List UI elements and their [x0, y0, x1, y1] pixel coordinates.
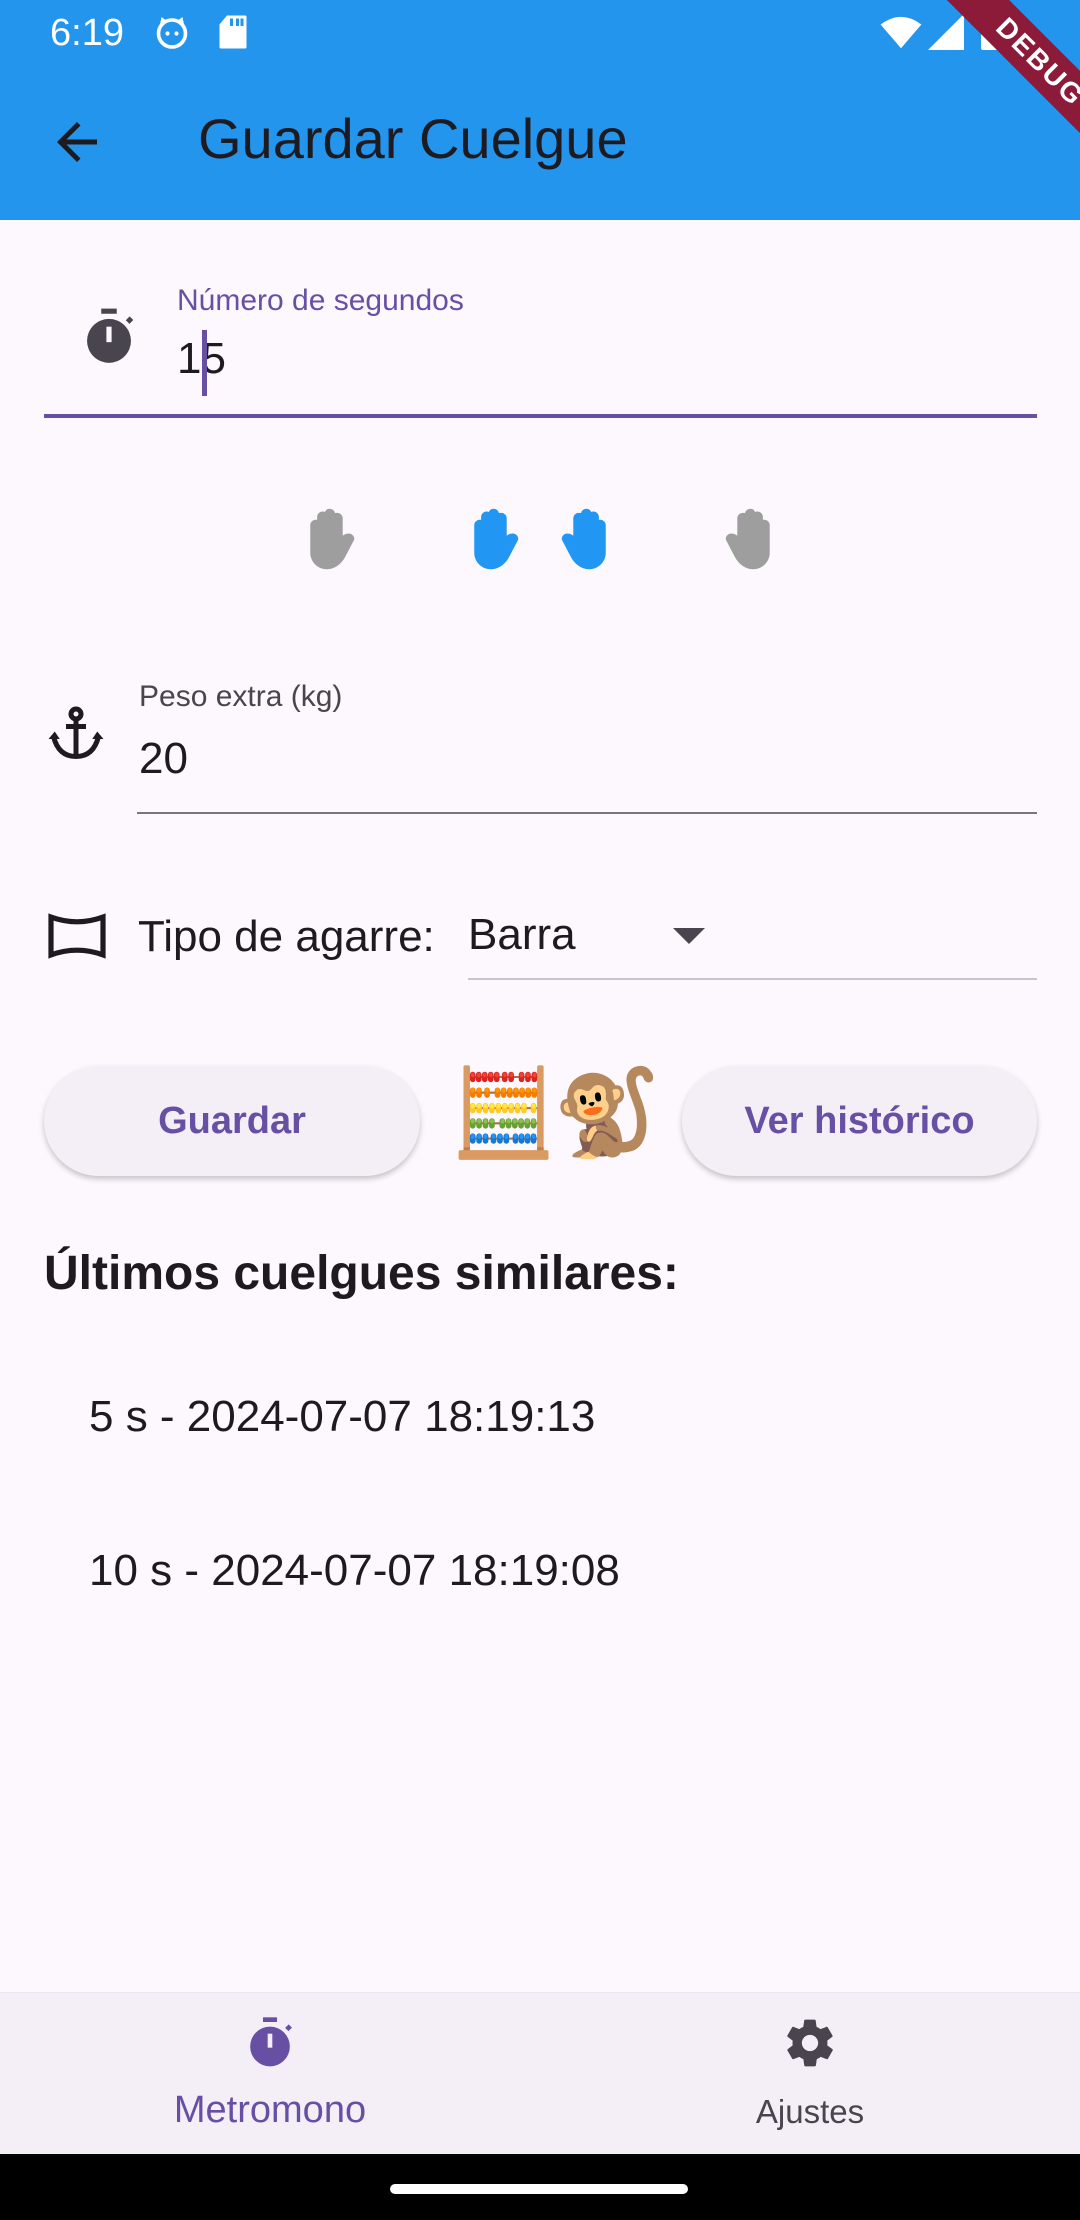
nav-item-ajustes[interactable]: Ajustes [540, 1993, 1080, 2155]
timer-icon [250, 2017, 292, 2067]
list-item: 10 s - 2024-07-07 18:19:08 [89, 1546, 620, 1595]
seconds-label: Número de segundos [177, 284, 464, 317]
history-button-label: Ver histórico [744, 1099, 975, 1142]
both-hands-left-icon[interactable] [466, 504, 532, 574]
crop-landscape-icon [48, 913, 106, 959]
right-hand-icon[interactable] [712, 504, 778, 574]
bottom-navigation: Metromono Ajustes [0, 1992, 1080, 2154]
gesture-navigation-bar [0, 2154, 1080, 2220]
weight-label: Peso extra (kg) [139, 680, 343, 713]
grip-selected-value: Barra [468, 910, 576, 959]
wifi-icon [880, 16, 922, 49]
abacus-icon: 🧮 [450, 1065, 558, 1161]
nav-label-metromono: Metromono [173, 2089, 367, 2131]
history-button[interactable]: Ver histórico [682, 1066, 1037, 1176]
timer-icon [87, 308, 134, 363]
home-gesture-handle[interactable] [390, 2184, 688, 2194]
weight-input[interactable]: 20 [139, 734, 188, 784]
both-hands-right-icon[interactable] [548, 504, 614, 574]
sd-card-icon [219, 15, 247, 49]
list-item: 5 s - 2024-07-07 18:19:13 [89, 1392, 596, 1441]
grip-dropdown[interactable]: Barra [468, 906, 1037, 980]
back-arrow-icon[interactable] [42, 112, 112, 172]
save-button[interactable]: Guardar [44, 1066, 420, 1176]
status-time: 6:19 [50, 12, 124, 54]
app-bar: 6:19 Guardar Cuelgue DEBUG [0, 0, 1080, 220]
monkey-icon: 🐒 [553, 1065, 661, 1161]
text-cursor [202, 330, 207, 396]
anchor-icon [48, 706, 104, 760]
recent-title: Últimos cuelgues similares: [44, 1247, 679, 1300]
nav-item-metromono[interactable]: Metromono [0, 1993, 540, 2155]
grip-label: Tipo de agarre: [138, 912, 435, 961]
cat-notification-icon [156, 17, 188, 49]
nav-label-ajustes: Ajustes [755, 2093, 865, 2130]
settings-icon [787, 2019, 833, 2067]
page-title: Guardar Cuelgue [198, 107, 628, 170]
weight-underline [137, 812, 1037, 814]
left-hand-icon[interactable] [302, 504, 368, 574]
seconds-underline [44, 414, 1037, 418]
save-button-label: Guardar [158, 1099, 306, 1142]
signal-icon [928, 14, 964, 50]
dropdown-arrow-icon [673, 928, 705, 944]
